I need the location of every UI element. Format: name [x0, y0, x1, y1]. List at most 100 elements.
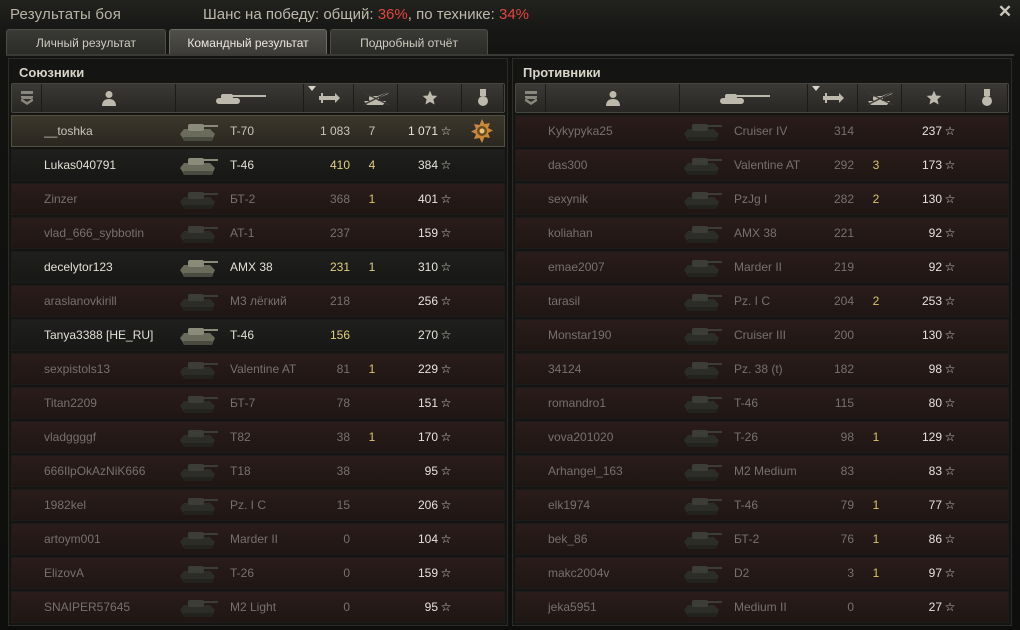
xp-star-icon: ☆ — [440, 464, 452, 478]
damage-value: 98 — [840, 430, 854, 444]
medal-icon[interactable] — [470, 119, 494, 143]
kills-value: 1 — [872, 532, 880, 546]
kills-value: 7 — [368, 124, 376, 138]
tank-silhouette-icon — [176, 150, 222, 180]
damage-column-header[interactable] — [304, 84, 354, 112]
tank-silhouette-icon — [680, 592, 726, 622]
player-row[interactable]: araslanovkirill М3 лёгкий 218 256 ☆ — [11, 285, 505, 317]
player-row[interactable]: romandro1 T-46 115 80 ☆ — [515, 387, 1009, 419]
damage-column-header[interactable] — [808, 84, 858, 112]
medal-column-header[interactable] — [966, 84, 1008, 112]
player-row[interactable]: koliahan AMX 38 221 92 ☆ — [515, 217, 1009, 249]
player-row[interactable]: Arhangel_163 M2 Medium 83 83 ☆ — [515, 455, 1009, 487]
tab-detailed-report[interactable]: Подробный отчёт — [330, 29, 488, 55]
damage-value: 156 — [329, 328, 350, 342]
xp-star-icon: ☆ — [440, 566, 452, 580]
player-name: artoym001 — [44, 532, 101, 546]
xp-star-column-header[interactable] — [398, 84, 462, 112]
damage-value: 38 — [336, 464, 350, 478]
player-name: Kykypyka25 — [548, 124, 613, 138]
title-bar: Результаты боя Шанс на победу: общий: 36… — [0, 0, 1020, 30]
player-row[interactable]: vlad_666_sybbotin AT-1 237 159 ☆ — [11, 217, 505, 249]
damage-value: 231 — [329, 260, 350, 274]
tank-silhouette-icon — [176, 286, 222, 316]
battle-results-window: Результаты боя Шанс на победу: общий: 36… — [0, 0, 1020, 630]
tank-silhouette-icon — [680, 456, 726, 486]
xp-value: 77 — [928, 498, 942, 512]
player-row[interactable]: sexynik PzJg I 282 2 130 ☆ — [515, 183, 1009, 215]
xp-value: 27 — [928, 600, 942, 614]
tank-name: T-46 — [230, 158, 255, 172]
allies-column-headers — [11, 83, 505, 113]
tank-name: Pz. I C — [734, 294, 771, 308]
player-row[interactable]: Zinzer БТ-2 368 1 401 ☆ — [11, 183, 505, 215]
xp-value: 97 — [928, 566, 942, 580]
player-name: ElizovA — [44, 566, 85, 580]
tank-name: Pz. I C — [230, 498, 267, 512]
player-name: jeka5951 — [548, 600, 597, 614]
tab-personal-result[interactable]: Личный результат — [6, 29, 166, 55]
player-row[interactable]: bek_86 БТ-2 76 1 86 ☆ — [515, 523, 1009, 555]
kills-value: 1 — [872, 498, 880, 512]
player-row[interactable]: elk1974 T-46 79 1 77 ☆ — [515, 489, 1009, 521]
kills-value — [868, 354, 884, 384]
player-row[interactable]: Titan2209 БТ-7 78 151 ☆ — [11, 387, 505, 419]
kills-column-header[interactable] — [858, 84, 902, 112]
player-row[interactable]: __toshka T-70 1 083 7 1 071 ☆ — [11, 115, 505, 147]
xp-star-icon: ☆ — [944, 362, 956, 376]
player-row[interactable]: jeka5951 Medium II 0 27 ☆ — [515, 591, 1009, 623]
xp-value: 95 — [424, 600, 438, 614]
player-row[interactable]: artoym001 Marder II 0 104 ☆ — [11, 523, 505, 555]
enemies-column-headers — [515, 83, 1009, 113]
player-column-header[interactable] — [546, 84, 680, 112]
medal-column-header[interactable] — [462, 84, 504, 112]
kills-value: 3 — [872, 158, 880, 172]
player-row[interactable]: sexpistols13 Valentine AT 81 1 229 ☆ — [11, 353, 505, 385]
player-row[interactable]: ElizovA T-26 0 159 ☆ — [11, 557, 505, 589]
xp-star-column-header[interactable] — [902, 84, 966, 112]
player-row[interactable]: Kykypyka25 Cruiser IV 314 237 ☆ — [515, 115, 1009, 147]
player-row[interactable]: 1982kel Pz. I C 15 206 ☆ — [11, 489, 505, 521]
player-column-header[interactable] — [42, 84, 176, 112]
win-chance-mid: , по технике: — [407, 6, 499, 23]
rank-column-header[interactable] — [12, 84, 42, 112]
xp-star-icon: ☆ — [440, 600, 452, 614]
tank-name: М3 лёгкий — [230, 294, 287, 308]
kills-value — [364, 558, 380, 588]
tank-name: Marder II — [230, 532, 279, 546]
player-row[interactable]: vova201020 T-26 98 1 129 ☆ — [515, 421, 1009, 453]
tank-column-header[interactable] — [176, 84, 304, 112]
win-chance-text: Шанс на победу: общий: 36%, по технике: … — [203, 6, 529, 23]
player-name: das300 — [548, 158, 588, 172]
player-row[interactable]: decelytor123 AMX 38 231 1 310 ☆ — [11, 251, 505, 283]
tab-team-result[interactable]: Командный результат — [169, 29, 327, 55]
tank-silhouette-icon — [680, 286, 726, 316]
player-row[interactable]: vladggggf T82 38 1 170 ☆ — [11, 421, 505, 453]
kills-value: 4 — [368, 158, 376, 172]
player-row[interactable]: Tanya3388 [HE_RU] T-46 156 270 ☆ — [11, 319, 505, 351]
player-row[interactable]: SNAIPER57645 M2 Light 0 95 ☆ — [11, 591, 505, 623]
tank-name: T-46 — [734, 498, 759, 512]
xp-value: 270 — [417, 328, 438, 342]
kills-column-header[interactable] — [354, 84, 398, 112]
player-row[interactable]: makc2004v D2 3 1 97 ☆ — [515, 557, 1009, 589]
tank-silhouette-icon — [680, 116, 726, 146]
player-row[interactable]: tarasil Pz. I C 204 2 253 ☆ — [515, 285, 1009, 317]
player-name: Lukas040791 — [44, 158, 117, 172]
close-icon[interactable]: ✕ — [996, 3, 1014, 21]
damage-value: 83 — [840, 464, 854, 478]
player-row[interactable]: das300 Valentine AT 292 3 173 ☆ — [515, 149, 1009, 181]
player-row[interactable]: 34124 Pz. 38 (t) 182 98 ☆ — [515, 353, 1009, 385]
rank-column-header[interactable] — [516, 84, 546, 112]
xp-star-icon: ☆ — [440, 226, 452, 240]
player-name: makc2004v — [548, 566, 610, 580]
tank-name: T-70 — [230, 124, 255, 138]
player-row[interactable]: Monstar190 Cruiser III 200 130 ☆ — [515, 319, 1009, 351]
tank-column-header[interactable] — [680, 84, 808, 112]
tank-name: Cruiser III — [734, 328, 787, 342]
player-row[interactable]: 666IlpOkAzNiK666 T18 38 95 ☆ — [11, 455, 505, 487]
player-row[interactable]: Lukas040791 T-46 410 4 384 ☆ — [11, 149, 505, 181]
tank-silhouette-icon — [680, 524, 726, 554]
player-name: vlad_666_sybbotin — [44, 226, 145, 240]
player-row[interactable]: emae2007 Marder II 219 92 ☆ — [515, 251, 1009, 283]
